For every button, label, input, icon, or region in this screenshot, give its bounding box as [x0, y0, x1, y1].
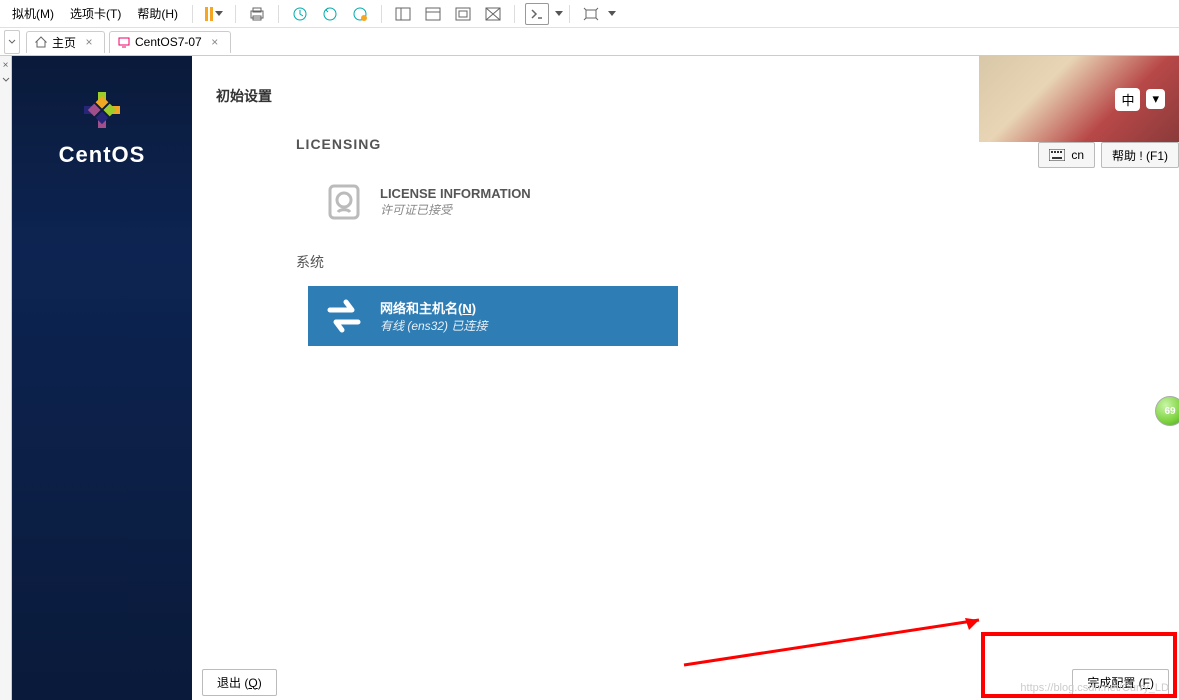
license-text: LICENSE INFORMATION 许可证已接受: [380, 186, 531, 218]
separator: [192, 5, 193, 23]
snapshot-revert-button[interactable]: [319, 3, 341, 25]
close-icon[interactable]: ×: [208, 35, 222, 49]
network-spoke[interactable]: 网络和主机名(N) 有线 (ens32) 已连接: [308, 286, 678, 346]
tab-home[interactable]: 主页 ×: [26, 31, 105, 53]
monitor-icon: [118, 36, 130, 48]
network-text: 网络和主机名(N) 有线 (ens32) 已连接: [380, 298, 487, 334]
license-status: 许可证已接受: [380, 201, 531, 218]
page-title: 初始设置: [216, 86, 1139, 106]
network-icon: [322, 294, 366, 338]
tab-vm-label: CentOS7-07: [135, 35, 202, 49]
unity-icon: [485, 7, 501, 21]
separator: [381, 5, 382, 23]
tab-vm[interactable]: CentOS7-07 ×: [109, 31, 231, 53]
pause-button[interactable]: [203, 3, 225, 25]
menu-help[interactable]: 帮助(H): [129, 1, 186, 26]
menubar: 拟机(M) 选项卡(T) 帮助(H): [0, 0, 1179, 28]
separator: [569, 5, 570, 23]
handle-icon: [7, 37, 17, 47]
tab-strip: 主页 × CentOS7-07 ×: [0, 28, 1179, 56]
chevron-down-icon: [2, 76, 10, 84]
system-header: 系统: [296, 252, 1139, 272]
license-spoke[interactable]: LICENSE INFORMATION 许可证已接受: [308, 172, 678, 232]
vm-area: × CentOS 中 ▾: [0, 56, 1179, 700]
license-icon: [322, 180, 366, 224]
close-icon[interactable]: ×: [82, 35, 96, 49]
installer-body: 初始设置 LICENSING LICENSE INFORMATION 许可证已接…: [192, 56, 1179, 664]
snapshot-manager-button[interactable]: [349, 3, 371, 25]
separator: [235, 5, 236, 23]
quit-button[interactable]: 退出 (Q): [202, 669, 277, 696]
home-icon: [35, 36, 47, 48]
watermark: https://blog.csdn.net/Curry_LD: [1020, 682, 1169, 694]
separator: [278, 5, 279, 23]
centos-sidebar: CentOS: [12, 56, 192, 700]
view-single-button[interactable]: [422, 3, 444, 25]
separator: [514, 5, 515, 23]
tab-home-label: 主页: [52, 34, 76, 51]
view-split-button[interactable]: [392, 3, 414, 25]
clock-settings-icon: [352, 6, 368, 22]
single-view-icon: [425, 7, 441, 21]
fullscreen-icon: [455, 7, 471, 21]
network-title: 网络和主机名(N): [380, 298, 487, 317]
stretch-button[interactable]: [580, 3, 602, 25]
printer-icon: [249, 7, 265, 21]
console-button[interactable]: [525, 3, 549, 25]
view-unity-button[interactable]: [482, 3, 504, 25]
chevron-down-icon: [555, 11, 563, 16]
pause-icon: [205, 7, 213, 21]
accelerator-badge[interactable]: 69: [1155, 396, 1179, 426]
view-fullscreen-button[interactable]: [452, 3, 474, 25]
clock-icon: [292, 6, 308, 22]
licensing-header: LICENSING: [296, 136, 1139, 152]
close-panel-icon[interactable]: ×: [3, 60, 9, 71]
panel-handle[interactable]: ×: [0, 56, 12, 700]
network-status: 有线 (ens32) 已连接: [380, 317, 487, 334]
centos-logo-icon: [78, 86, 126, 134]
console-icon: [530, 8, 544, 20]
stretch-icon: [583, 7, 599, 21]
centos-brand-label: CentOS: [59, 142, 146, 168]
snapshot-button[interactable]: [289, 3, 311, 25]
sidebar-toggle[interactable]: [4, 30, 20, 54]
menu-tabs[interactable]: 选项卡(T): [62, 1, 129, 26]
clock-back-icon: [322, 6, 338, 22]
chevron-down-icon: [608, 11, 616, 16]
split-view-icon: [395, 7, 411, 21]
send-ctrl-alt-del-button[interactable]: [246, 3, 268, 25]
vm-screen: CentOS 中 ▾ cn 帮助 ! (F1) 初始设置 LICENSING: [12, 56, 1179, 700]
license-title: LICENSE INFORMATION: [380, 186, 531, 201]
menu-vm[interactable]: 拟机(M): [4, 1, 62, 26]
chevron-down-icon: [215, 11, 223, 16]
